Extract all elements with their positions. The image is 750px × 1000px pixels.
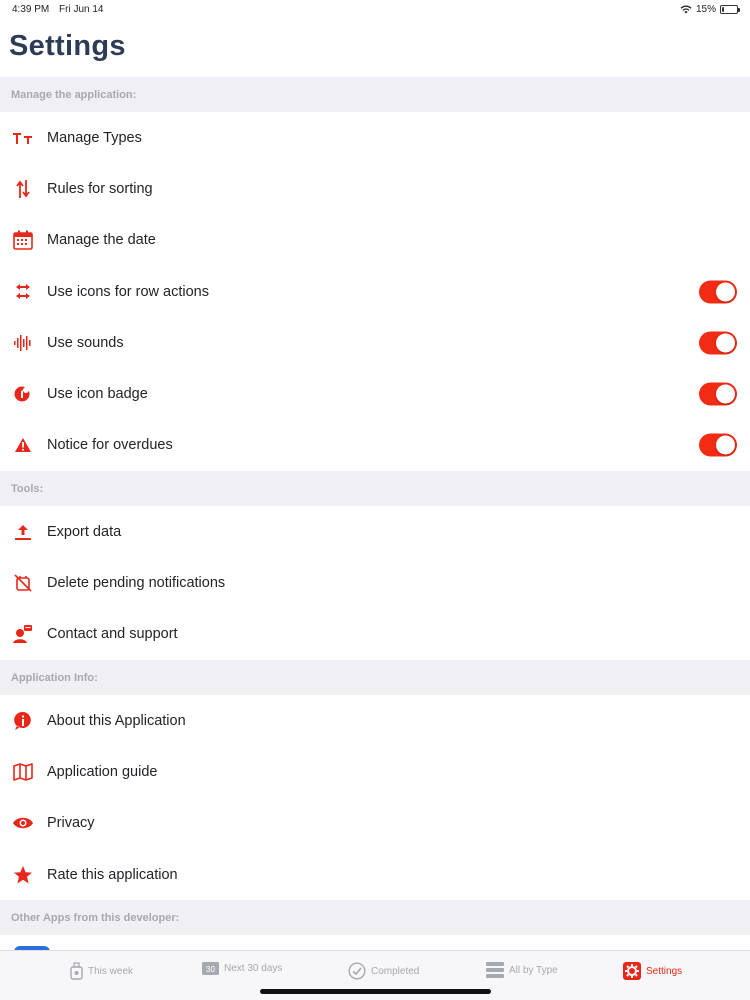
status-time: 4:39 PM xyxy=(12,4,50,15)
tab-label: Completed xyxy=(371,965,420,977)
info-icon xyxy=(12,710,34,732)
row-label: Application guide xyxy=(47,763,158,780)
notification-off-icon xyxy=(12,572,34,594)
icon-badge-toggle[interactable] xyxy=(699,382,737,406)
type-icon xyxy=(12,127,34,149)
page-title: Settings xyxy=(9,30,126,62)
section-header-application-info: Application Info: xyxy=(0,659,750,695)
row-label: Notice for overdues xyxy=(47,437,173,454)
tab-label: This week xyxy=(88,965,134,977)
row-actions-toggle[interactable] xyxy=(699,280,737,304)
star-icon xyxy=(12,864,34,886)
all-by-type-icon xyxy=(486,962,504,978)
section-header-tools: Tools: xyxy=(0,471,750,507)
row-label: Use icons for row actions xyxy=(47,283,209,300)
sounds-toggle[interactable] xyxy=(699,331,737,355)
tab-label: All by Type xyxy=(509,964,558,976)
next-30-days-icon: 30 xyxy=(202,962,219,975)
tab-settings[interactable]: Settings xyxy=(623,962,682,980)
export-icon xyxy=(12,521,34,543)
sound-wave-icon xyxy=(12,332,34,354)
section-header-manage: Manage the application: xyxy=(0,77,750,112)
row-rules-for-sorting[interactable]: Rules for sorting xyxy=(0,163,750,215)
battery-percent: 15% xyxy=(695,4,716,15)
row-export-data[interactable]: Export data xyxy=(0,506,750,558)
tab-badge: 30 xyxy=(206,965,215,974)
row-label: Use icon badge xyxy=(47,386,148,403)
row-actions-icon xyxy=(12,281,34,303)
tab-label: Settings xyxy=(646,965,683,977)
eye-icon xyxy=(12,812,34,834)
row-label: Manage the date xyxy=(47,232,156,249)
battery-icon xyxy=(720,5,740,14)
map-guide-icon xyxy=(12,761,34,783)
tab-label: Next 30 days xyxy=(224,963,283,974)
warning-icon xyxy=(12,434,34,456)
row-application-guide[interactable]: Application guide xyxy=(0,746,750,798)
row-label: Manage Types xyxy=(47,129,142,146)
row-label: Privacy xyxy=(47,815,95,832)
row-label: Export data xyxy=(47,523,122,540)
settings-gear-icon xyxy=(623,962,641,980)
settings-list: Manage the application: Manage Types Rul… xyxy=(0,77,750,936)
row-rate-this-application[interactable]: Rate this application xyxy=(0,848,750,901)
completed-check-icon xyxy=(348,962,366,980)
tab-completed[interactable]: Completed xyxy=(348,962,419,980)
wifi-icon xyxy=(680,5,692,14)
tab-this-week[interactable]: This week xyxy=(70,962,133,980)
section-header-other-apps: Other Apps from this developer: xyxy=(0,900,750,936)
overdues-toggle[interactable] xyxy=(699,433,737,457)
this-week-icon xyxy=(70,962,83,980)
row-use-sounds: Use sounds xyxy=(0,317,750,369)
badge-icon xyxy=(12,383,34,405)
calendar-icon xyxy=(12,229,34,251)
row-privacy[interactable]: Privacy xyxy=(0,797,750,849)
row-label: Rate this application xyxy=(47,866,178,883)
status-bar: 4:39 PM Fri Jun 14 15% xyxy=(0,0,750,20)
row-label: Delete pending notifications xyxy=(47,575,226,592)
row-label: Rules for sorting xyxy=(47,180,153,197)
row-about-this-application[interactable]: About this Application xyxy=(0,694,750,747)
row-label: About this Application xyxy=(47,712,186,729)
row-contact-and-support[interactable]: Contact and support xyxy=(0,608,750,660)
sort-arrows-icon xyxy=(12,178,34,200)
tab-next-30-days[interactable]: 30 Next 30 days xyxy=(202,962,282,975)
tab-all-by-type[interactable]: All by Type xyxy=(486,962,558,978)
row-label: Contact and support xyxy=(47,626,178,643)
row-delete-pending-notifications[interactable]: Delete pending notifications xyxy=(0,557,750,609)
support-icon xyxy=(12,623,34,645)
row-label: Use sounds xyxy=(47,334,124,351)
home-indicator xyxy=(260,989,491,994)
row-use-icons-for-row-actions: Use icons for row actions xyxy=(0,265,750,318)
status-date: Fri Jun 14 xyxy=(59,4,104,15)
row-manage-the-date[interactable]: Manage the date xyxy=(0,214,750,266)
row-manage-types[interactable]: Manage Types xyxy=(0,112,750,164)
row-notice-for-overdues: Notice for overdues xyxy=(0,419,750,472)
row-use-icon-badge: Use icon badge xyxy=(0,368,750,420)
